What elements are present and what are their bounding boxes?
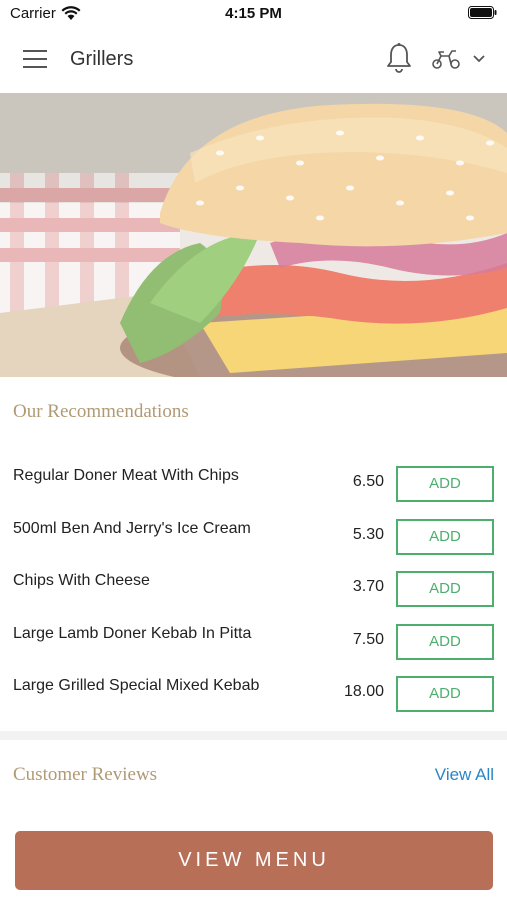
item-price: 3.70 [352,578,384,595]
item-name: Regular Doner Meat With Chips [13,467,239,484]
page-title: Grillers [70,48,134,70]
item-name: Large Grilled Special Mixed Kebab [13,677,260,694]
hero-burger-image [0,93,507,377]
app-header: Grillers [0,26,507,93]
add-button[interactable]: ADD [396,466,494,502]
chevron-down-icon[interactable] [472,54,486,64]
battery-icon [468,6,497,19]
item-price: 7.50 [352,630,384,648]
add-button[interactable]: ADD [396,571,494,607]
list-item: Large Grilled Special Mixed Kebab 18.00 … [0,665,507,718]
status-time: 4:15 PM [225,5,282,22]
section-divider [0,731,507,740]
status-bar: Carrier 4:15 PM [0,0,507,26]
item-price: 18.00 [343,683,384,700]
view-all-link[interactable]: View All [435,765,494,785]
recommendations-list: Regular Doner Meat With Chips 6.50 ADD 5… [0,455,507,718]
add-button[interactable]: ADD [396,518,494,555]
scooter-icon[interactable] [431,48,461,70]
item-name: Chips With Cheese [13,572,150,589]
bell-icon[interactable] [385,42,413,74]
list-item: Regular Doner Meat With Chips 6.50 ADD [0,455,507,508]
burger-photo [0,93,507,377]
recommendations-heading: Our Recommendations [13,401,189,422]
hamburger-menu-icon[interactable] [23,50,47,68]
item-price: 5.30 [352,525,384,543]
list-item: Large Lamb Doner Kebab In Pitta 7.50 ADD [0,613,507,666]
item-name: 500ml Ben And Jerry's Ice Cream [13,519,251,537]
add-button[interactable]: ADD [396,676,494,712]
list-item: 500ml Ben And Jerry's Ice Cream 5.30 ADD [0,508,507,561]
list-item: Chips With Cheese 3.70 ADD [0,560,507,613]
view-menu-button[interactable]: VIEW MENU [15,831,493,890]
add-button[interactable]: ADD [396,623,494,660]
item-price: 6.50 [352,473,384,490]
item-name: Large Lamb Doner Kebab In Pitta [13,624,252,642]
reviews-heading: Customer Reviews [13,764,158,785]
